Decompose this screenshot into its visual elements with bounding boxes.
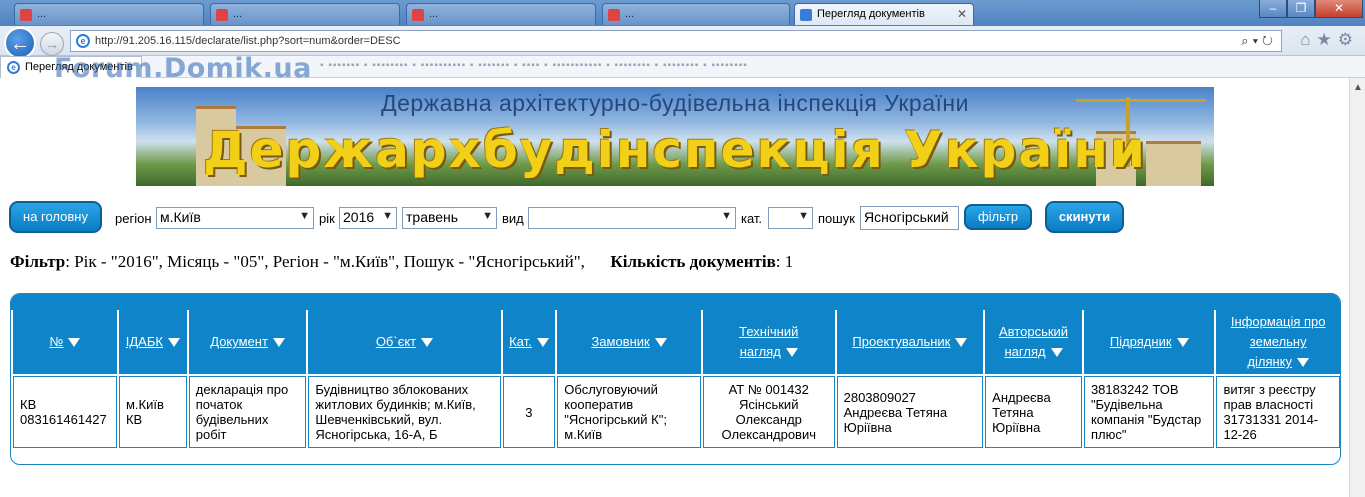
results-table-container: № ІДАБК Документ Об`єкт Кат. Замовник Те… [10,293,1341,465]
vertical-scrollbar[interactable]: ▲ [1349,78,1365,497]
cell-category: 3 [502,376,556,448]
cell-designer: 2803809027 Андреєва Тетяна Юріївна [836,376,984,448]
search-refresh-icons[interactable]: ⌕▾↻ [1241,33,1277,49]
address-url: http://91.205.16.115/declarate/list.php?… [95,35,401,47]
sort-triangle-icon[interactable] [167,338,180,348]
chevron-down-icon: ▼ [721,210,732,222]
address-bar[interactable]: e http://91.205.16.115/declarate/list.ph… [70,30,1282,52]
maximize-window-button[interactable]: ❐ [1287,0,1315,18]
browser-tab-strip: ... ... ... ... Перегляд документів ✕ – ❐… [0,0,1365,26]
sort-triangle-icon[interactable] [536,338,549,348]
sort-triangle-icon[interactable] [1176,338,1189,348]
home-button[interactable]: на головну [9,201,102,233]
close-tab-icon[interactable]: ✕ [957,7,967,21]
chevron-down-icon: ▼ [482,210,493,222]
type-select[interactable]: ▼ [528,207,736,229]
sort-triangle-icon[interactable] [1050,348,1063,358]
column-header-idabk[interactable]: ІДАБК [118,310,187,374]
minimize-window-button[interactable]: – [1259,0,1287,18]
column-header-category[interactable]: Кат. [502,310,556,374]
sort-triangle-icon[interactable] [421,338,434,348]
chevron-down-icon: ▼ [382,210,393,222]
browser-tab[interactable]: ... [406,3,596,25]
sort-triangle-icon[interactable] [955,338,968,348]
filter-label: Фільтр [10,252,66,271]
column-header-designer[interactable]: Проектувальник [836,310,984,374]
cell-num: КВ 083161461427 [13,376,117,448]
ie-logo-icon: e [7,61,20,74]
year-select[interactable]: 2016 ▼ [339,207,397,229]
search-label: пошук [818,211,855,226]
browser-tab[interactable]: ... [602,3,790,25]
cell-document: декларація про початок будівельних робіт [188,376,307,448]
table-row: КВ 083161461427 м.Київ КВ декларація про… [13,376,1340,448]
cell-tech-supervision: АТ № 001432 Ясінський Олександр Олександ… [702,376,835,448]
region-select[interactable]: м.Київ ▼ [156,207,314,229]
site-banner: Державна архітектурно-будівельна інспекц… [136,87,1214,186]
column-header-author-supervision[interactable]: Авторський нагляд [985,310,1082,374]
column-header-land-info[interactable]: Інформація про земельну ділянку [1216,310,1340,374]
month-select[interactable]: травень ▼ [402,207,497,229]
address-row: ← → e http://91.205.16.115/declarate/lis… [0,26,1365,59]
back-arrow-icon[interactable]: ← [4,27,36,59]
column-header-tech-supervision[interactable]: Технічний нагляд [702,310,835,374]
sort-triangle-icon[interactable] [785,348,798,358]
filter-text: : Рік - "2016", Місяць - "05", Регіон - … [65,252,585,271]
browser-tab[interactable]: ... [14,3,204,25]
cell-author-supervision: Андреєва Тетяна Юріївна [985,376,1082,448]
cell-contractor: 38183242 ТОВ "Будівельна компанія "Будст… [1083,376,1215,448]
results-table: № ІДАБК Документ Об`єкт Кат. Замовник Те… [11,308,1340,450]
ie-logo-icon: e [76,34,90,48]
category-select[interactable]: ▼ [768,207,813,229]
count-text: : 1 [775,252,794,271]
year-label: рік [319,211,335,226]
home-star-gear-icons[interactable]: ⌂★⚙ [1300,30,1359,50]
type-label: вид [502,211,524,226]
count-label: Кількість документів [610,252,776,271]
favicon-icon [412,9,424,21]
chevron-down-icon: ▼ [299,210,310,222]
column-header-customer[interactable]: Замовник [557,310,701,374]
column-header-contractor[interactable]: Підрядник [1083,310,1215,374]
table-header-row: № ІДАБК Документ Об`єкт Кат. Замовник Те… [13,310,1340,374]
sort-triangle-icon[interactable] [1297,358,1310,368]
column-header-num[interactable]: № [13,310,117,374]
favicon-icon [800,9,812,21]
banner-subtitle: Державна архітектурно-будівельна інспекц… [381,90,969,116]
sort-triangle-icon[interactable] [654,338,667,348]
favicon-icon [20,9,32,21]
reset-button[interactable]: скинути [1045,201,1124,233]
favicon-icon [608,9,620,21]
cell-customer: Обслуговуючий кооператив "Ясногірський К… [557,376,701,448]
region-label: регіон [115,211,152,226]
filter-summary: Фільтр: Рік - "2016", Місяць - "05", Рег… [10,252,793,272]
cell-land-info: витяг з реєстру прав власності 31731331 … [1216,376,1340,448]
column-header-object[interactable]: Об`єкт [308,310,501,374]
favicon-icon [216,9,228,21]
scroll-up-icon[interactable]: ▲ [1353,82,1363,93]
column-header-document[interactable]: Документ [188,310,307,374]
search-input[interactable]: Ясногірський [860,206,959,230]
category-label: кат. [741,211,763,226]
filter-button[interactable]: фільтр [964,204,1032,230]
banner-title: Держархбудінспекція України [203,121,1147,179]
browser-tab[interactable]: ... [210,3,400,25]
close-window-button[interactable]: ✕ [1315,0,1363,18]
sort-triangle-icon[interactable] [272,338,285,348]
browser-tab-active[interactable]: Перегляд документів ✕ [794,3,974,25]
cell-object: Будівництво зблокованих житлових будинкі… [308,376,501,448]
watermark-text: Forum.Domik.ua [54,53,312,84]
chevron-down-icon: ▼ [798,210,809,222]
favorites-links[interactable]: ▪ ▪▪▪▪▪▪▪ ▪ ▪▪▪▪▪▪▪▪ ▪ ▪▪▪▪▪▪▪▪▪▪ ▪ ▪▪▪▪… [320,60,748,71]
cell-idabk: м.Київ КВ [118,376,187,448]
sort-triangle-icon[interactable] [68,338,81,348]
